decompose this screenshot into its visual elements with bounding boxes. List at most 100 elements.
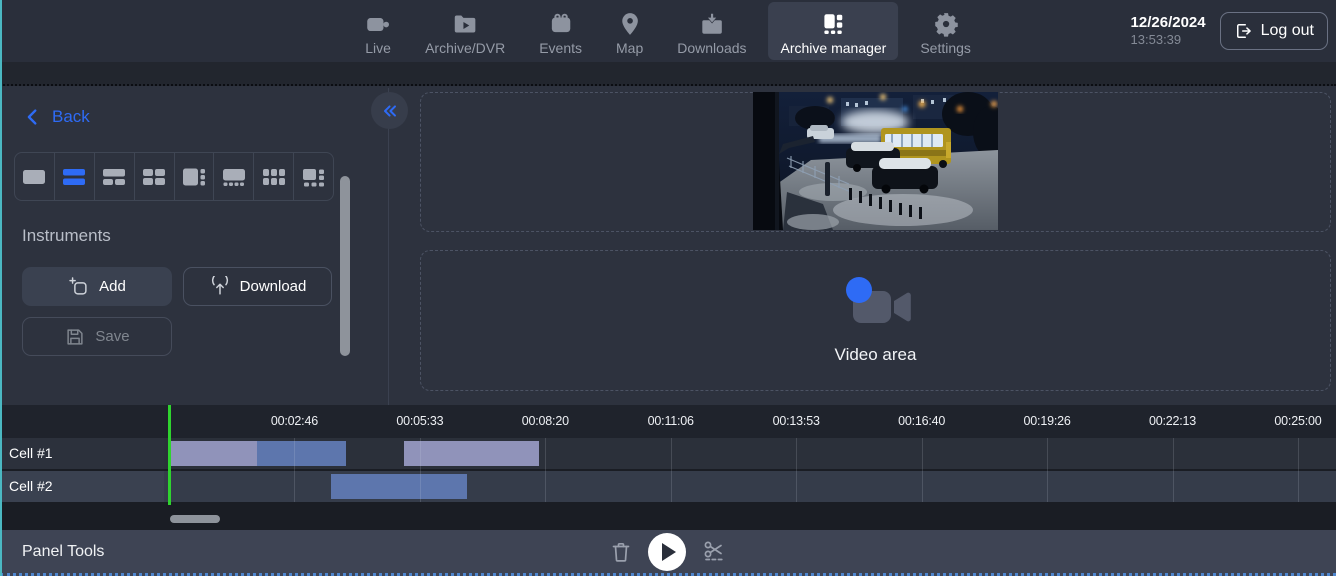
download-box-icon — [699, 11, 725, 37]
cell-2-label: Cell #2 — [0, 471, 164, 502]
chevron-double-left-icon — [380, 101, 400, 121]
layout-option-main-plus-side-tiles[interactable] — [294, 153, 333, 200]
nav-item-archive-dvr[interactable]: Archive/DVR — [413, 2, 517, 60]
nav-label: Archive/DVR — [425, 40, 505, 56]
ruler-tick: 00:19:26 — [1024, 405, 1071, 438]
calendar-icon — [548, 11, 574, 37]
left-sidebar: Back — [0, 88, 389, 405]
timeline-scrollbar-thumb[interactable] — [170, 515, 220, 523]
nav-item-settings[interactable]: Settings — [908, 2, 983, 60]
timeline-gridline — [545, 438, 546, 502]
video-area-placeholder[interactable]: Video area — [420, 250, 1331, 391]
collapse-sidebar-button[interactable] — [371, 92, 408, 129]
ruler-tick: 00:16:40 — [898, 405, 945, 438]
track-1[interactable] — [164, 438, 1336, 469]
ruler-tick: 00:08:20 — [522, 405, 569, 438]
timeline-row-cell-1: Cell #1 — [0, 438, 1336, 469]
upload-arrow-icon — [209, 276, 231, 298]
play-icon — [662, 543, 676, 561]
collage-grid-icon — [820, 11, 846, 37]
panel-tools-actions — [609, 530, 727, 573]
current-time: 13:53:39 — [1131, 32, 1206, 48]
nav-label: Archive manager — [781, 40, 887, 56]
ruler-tick: 00:22:13 — [1149, 405, 1196, 438]
top-navbar: Live Archive/DVR Events Map — [0, 0, 1336, 62]
timeline-gridline — [1173, 438, 1174, 502]
capture-edge-marker — [0, 0, 2, 576]
navbar-right: 12/26/2024 13:53:39 Log out — [1131, 0, 1328, 62]
nav-label: Live — [365, 40, 391, 56]
panel-tools-title: Panel Tools — [22, 530, 104, 573]
layout-option-grid-2x2[interactable] — [135, 153, 175, 200]
camera-snapshot[interactable] — [753, 92, 998, 230]
logout-button[interactable]: Log out — [1220, 12, 1328, 50]
timeline-panel: 00:02:46 00:05:33 00:08:20 00:11:06 00:13:53… — [0, 405, 1336, 530]
nav-item-map[interactable]: Map — [604, 2, 655, 60]
nav-tabs: Live Archive/DVR Events Map — [353, 0, 983, 62]
logout-icon — [1234, 21, 1254, 41]
add-label: Add — [99, 278, 126, 295]
nav-label: Settings — [920, 40, 971, 56]
timeline-playhead[interactable] — [168, 405, 171, 505]
timeline-gridline — [922, 438, 923, 502]
nav-item-downloads[interactable]: Downloads — [665, 2, 758, 60]
ruler-tick: 00:13:53 — [773, 405, 820, 438]
layout-option-grid-3x2[interactable] — [254, 153, 294, 200]
nav-label: Map — [616, 40, 643, 56]
nav-item-archive-manager[interactable]: Archive manager — [769, 2, 899, 60]
layout-option-two-rows[interactable] — [55, 153, 95, 200]
map-pin-icon — [617, 11, 643, 37]
nav-item-events[interactable]: Events — [527, 2, 594, 60]
cut-icon[interactable] — [701, 539, 727, 565]
folder-play-icon — [452, 11, 478, 37]
sidebar-scrollbar[interactable] — [340, 176, 350, 356]
download-button[interactable]: Download — [183, 267, 332, 306]
add-panel-icon — [68, 276, 90, 298]
timeline-segment[interactable] — [331, 474, 467, 499]
floppy-disk-icon — [64, 326, 86, 348]
current-date: 12/26/2024 — [1131, 14, 1206, 33]
download-label: Download — [240, 278, 307, 295]
timeline-gridline — [294, 438, 295, 502]
track-2[interactable] — [164, 471, 1336, 502]
layout-option-single[interactable] — [15, 153, 55, 200]
nav-label: Downloads — [677, 40, 746, 56]
save-button[interactable]: Save — [22, 317, 172, 356]
ruler-tick: 00:05:33 — [396, 405, 443, 438]
video-camera-icon — [365, 11, 391, 37]
gear-icon — [933, 11, 959, 37]
timeline-segment[interactable] — [257, 441, 346, 466]
instruments-heading: Instruments — [22, 226, 111, 246]
layout-option-main-plus-right-column[interactable] — [175, 153, 215, 200]
timeline-ruler[interactable]: 00:02:46 00:05:33 00:08:20 00:11:06 00:13:53… — [0, 405, 1336, 438]
timeline-row-cell-2: Cell #2 — [0, 471, 1336, 502]
save-label: Save — [95, 328, 129, 345]
timeline-scrollbar-track[interactable] — [0, 502, 1336, 530]
layout-option-main-plus-bottom-row[interactable] — [214, 153, 254, 200]
back-button[interactable]: Back — [22, 106, 90, 128]
timeline-segment[interactable] — [171, 441, 257, 466]
archive-manager-window: Live Archive/DVR Events Map — [0, 0, 1336, 576]
timeline-gridline — [420, 438, 421, 502]
navbar-underline — [0, 62, 1336, 86]
back-label: Back — [52, 107, 90, 127]
timeline-segment[interactable] — [404, 441, 539, 466]
timeline-gridline — [671, 438, 672, 502]
ruler-tick: 00:25:00 — [1274, 405, 1321, 438]
timeline-gridline — [1047, 438, 1048, 502]
trash-icon[interactable] — [609, 540, 633, 564]
nav-item-live[interactable]: Live — [353, 2, 403, 60]
timeline-gridline — [1298, 438, 1299, 502]
ruler-tick: 00:11:06 — [648, 405, 694, 438]
cell-1-label: Cell #1 — [0, 438, 164, 469]
video-cell-1[interactable] — [420, 92, 1331, 232]
chevron-left-icon — [22, 106, 44, 128]
nav-label: Events — [539, 40, 582, 56]
timeline-rows: Cell #1 Cell #2 — [0, 438, 1336, 502]
ruler-tick: 00:02:46 — [271, 405, 318, 438]
play-button[interactable] — [648, 533, 686, 571]
add-button[interactable]: Add — [22, 267, 172, 306]
timeline-gridline — [796, 438, 797, 502]
layout-option-row-plus-two[interactable] — [95, 153, 135, 200]
layout-selector — [14, 152, 334, 201]
